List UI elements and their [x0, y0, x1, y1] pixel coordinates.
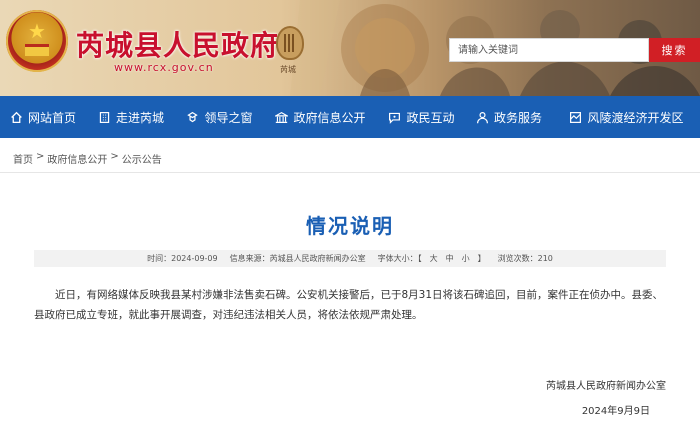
county-logo-icon	[276, 26, 304, 60]
publish-time: 时间：2024-09-09	[147, 254, 218, 263]
gov-building-icon	[275, 111, 289, 123]
font-size-label: 字体大小：【	[377, 254, 422, 263]
service-icon	[477, 111, 488, 123]
nav-label: 政民互动	[406, 110, 455, 125]
search-input[interactable]	[449, 38, 649, 62]
font-large-button[interactable]: 大	[430, 253, 438, 264]
nav-item-services[interactable]: 政务服务	[465, 96, 553, 138]
chat-icon	[389, 112, 401, 124]
article-title: 情况说明	[306, 214, 394, 238]
nav-item-interaction[interactable]: 政民互动	[378, 96, 465, 138]
site-url[interactable]: www.rcx.gov.cn	[114, 61, 214, 74]
font-size-control: 字体大小：【 大 中 小 】	[378, 253, 486, 264]
nav-label: 政务服务	[493, 110, 542, 125]
county-logo-label: 芮城	[280, 65, 296, 74]
article-body: 近日，有网络媒体反映我县某村涉嫌非法售卖石碑。公安机关接警后，已于8月31日将该…	[34, 289, 664, 321]
nav-label: 网站首页	[27, 110, 76, 125]
breadcrumb: 首页 > 政府信息公开 > 公示公告	[13, 151, 162, 166]
font-small-button[interactable]: 小	[462, 253, 470, 264]
national-emblem-icon[interactable]: ★	[6, 10, 68, 72]
header-banner: ★ 芮城县人民政府 www.rcx.gov.cn 芮城 搜索	[0, 0, 700, 96]
nav-item-about[interactable]: 走进芮城	[86, 96, 176, 138]
home-icon	[11, 111, 22, 123]
nav-item-leaders[interactable]: 领导之窗	[176, 96, 263, 138]
nav-label: 政府信息公开	[293, 110, 366, 125]
breadcrumb-separator: >	[36, 151, 45, 162]
article-date: 2024年9月9日	[581, 406, 650, 417]
nav-item-development-zone[interactable]: 风陵渡经济开发区	[553, 96, 700, 138]
info-source: 信息来源：芮城县人民政府新闻办公室	[229, 254, 366, 263]
nav-label: 走进芮城	[115, 110, 164, 125]
nav-item-gov-info[interactable]: 政府信息公开	[263, 96, 378, 138]
nav-item-home[interactable]: 网站首页	[0, 96, 86, 138]
nav-label: 风陵渡经济开发区	[587, 110, 684, 125]
breadcrumb-separator: >	[110, 151, 119, 162]
breadcrumb-gov-info[interactable]: 政府信息公开	[47, 151, 107, 166]
building-icon	[99, 111, 110, 123]
breadcrumb-announcements[interactable]: 公示公告	[122, 151, 162, 166]
main-nav: 网站首页 走进芮城 领导之窗 政府信息公开 政民互动 政务服务 风陵渡经济开发区	[0, 96, 700, 138]
development-zone-icon	[570, 111, 582, 123]
leader-icon	[187, 111, 199, 122]
breadcrumb-home[interactable]: 首页	[13, 151, 33, 166]
nav-label: 领导之窗	[204, 110, 253, 125]
view-count: 浏览次数：210	[497, 254, 553, 263]
font-size-end: 】	[477, 254, 486, 263]
divider	[0, 172, 700, 173]
font-medium-button[interactable]: 中	[446, 253, 454, 264]
site-title[interactable]: 芮城县人民政府	[76, 24, 279, 64]
article-meta: 时间：2024-09-09 信息来源：芮城县人民政府新闻办公室 字体大小：【 大…	[34, 250, 666, 267]
search-button[interactable]: 搜索	[649, 38, 700, 62]
article-signature: 芮城县人民政府新闻办公室	[546, 381, 666, 392]
